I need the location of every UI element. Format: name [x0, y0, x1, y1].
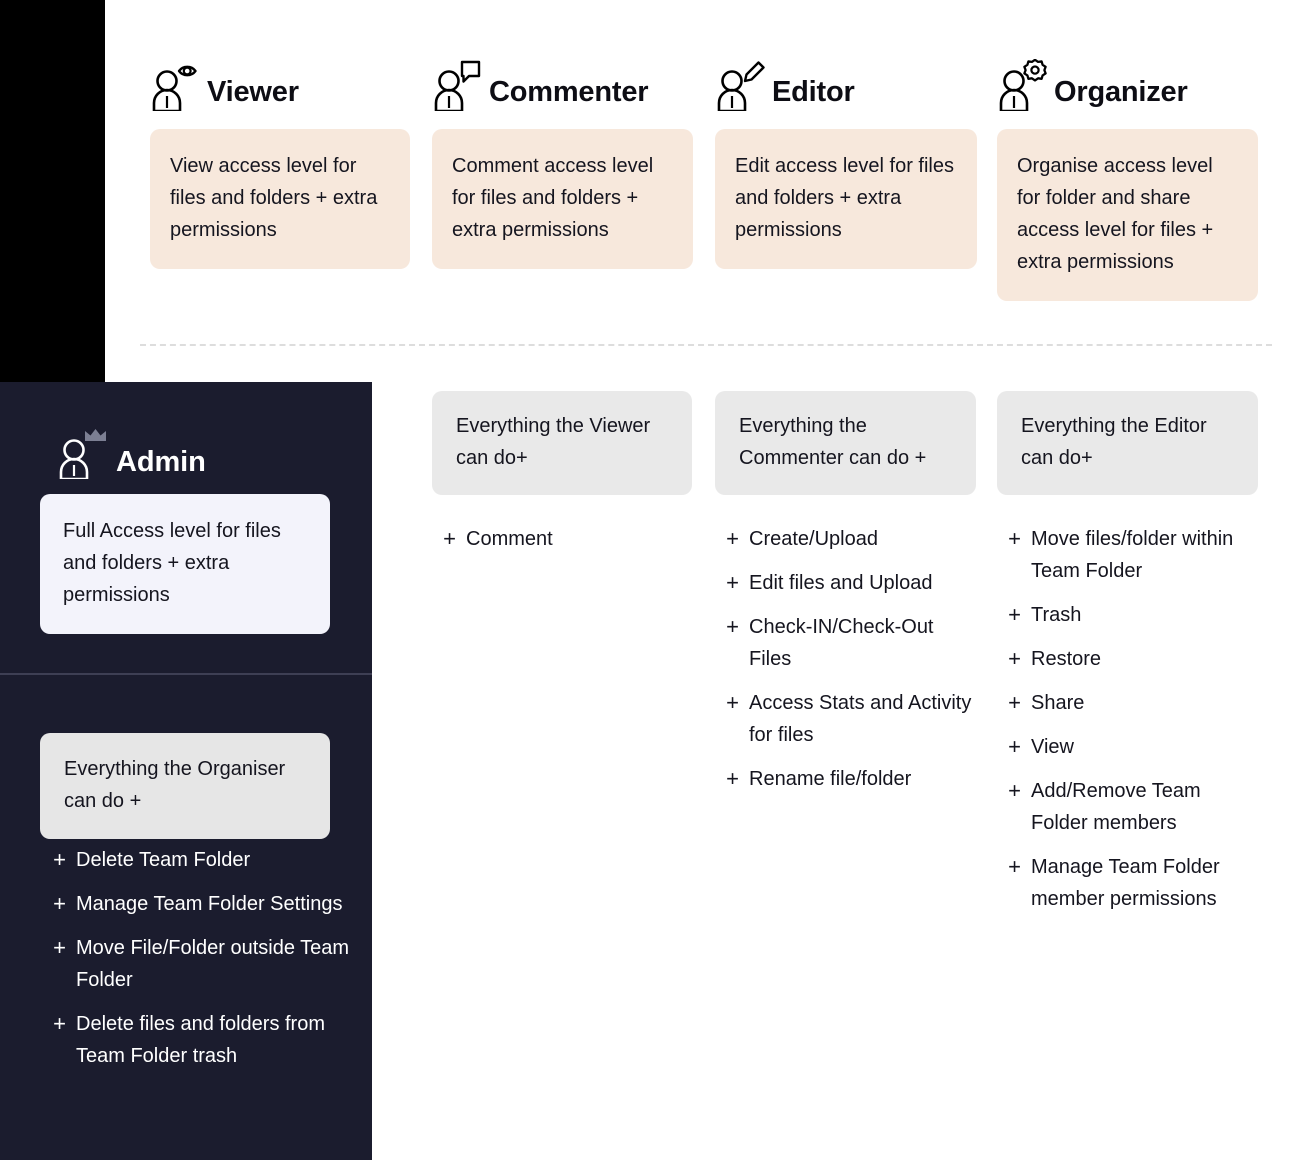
- plus-icon: +: [726, 690, 739, 715]
- role-description-organizer: Organise access level for folder and sha…: [997, 129, 1258, 301]
- role-header-commenter: Commenter: [432, 55, 693, 111]
- role-description-editor: Edit access level for files and folders …: [715, 129, 977, 269]
- left-black-strip: [0, 0, 105, 383]
- role-title-commenter: Commenter: [489, 76, 649, 108]
- person-pencil-icon: [715, 59, 765, 111]
- role-header-organizer: Organizer: [997, 55, 1258, 111]
- role-column-organizer: Organizer Organise access level for fold…: [997, 55, 1258, 301]
- admin-description: Full Access level for files and folders …: [40, 494, 330, 634]
- plus-icon: +: [53, 935, 66, 960]
- list-item: + Add/Remove Team Folder members: [1007, 775, 1258, 839]
- list-item: + Move files/folder within Team Folder: [1007, 523, 1258, 587]
- plus-icon: +: [1008, 526, 1021, 551]
- list-item: + Restore: [1007, 643, 1258, 675]
- admin-panel: Admin Full Access level for files and fo…: [0, 382, 372, 1160]
- plus-icon: +: [53, 847, 66, 872]
- plus-icon: +: [726, 614, 739, 639]
- permission-label: Edit files and Upload: [749, 572, 933, 594]
- plus-icon: +: [1008, 690, 1021, 715]
- role-header-viewer: Viewer: [150, 55, 410, 111]
- person-gear-icon: [997, 59, 1047, 111]
- admin-inherits-card: Everything the Organiser can do +: [40, 733, 330, 839]
- admin-permission-list: + Delete Team Folder + Manage Team Folde…: [52, 844, 352, 1084]
- list-item: + Access Stats and Activity for files: [725, 687, 976, 751]
- list-item: + Manage Team Folder member permissions: [1007, 851, 1258, 915]
- permission-list-editor: + Create/Upload + Edit files and Upload …: [725, 523, 976, 795]
- permission-label: Restore: [1031, 648, 1102, 670]
- plus-icon: +: [1008, 778, 1021, 803]
- plus-icon: +: [726, 526, 739, 551]
- admin-panel-divider: [0, 673, 372, 675]
- permission-label: Rename file/folder: [749, 768, 912, 790]
- list-item: + Create/Upload: [725, 523, 976, 555]
- inherits-card-editor: Everything the Commenter can do +: [715, 391, 976, 495]
- permission-label: Move files/folder within Team Folder: [1031, 528, 1234, 582]
- list-item: + Edit files and Upload: [725, 567, 976, 599]
- role-header-editor: Editor: [715, 55, 977, 111]
- inherits-card-organizer: Everything the Editor can do+: [997, 391, 1258, 495]
- list-item: + Rename file/folder: [725, 763, 976, 795]
- list-item: + Share: [1007, 687, 1258, 719]
- permission-column-organizer: Everything the Editor can do+ + Move fil…: [997, 391, 1258, 927]
- permission-column-editor: Everything the Commenter can do + + Crea…: [715, 391, 976, 807]
- role-title-organizer: Organizer: [1054, 76, 1188, 108]
- permission-label: Add/Remove Team Folder members: [1031, 780, 1201, 834]
- list-item: + View: [1007, 731, 1258, 763]
- permission-label: Move File/Folder outside Team Folder: [76, 937, 350, 991]
- list-item: + Delete files and folders from Team Fol…: [52, 1008, 352, 1072]
- person-eye-icon: [150, 59, 200, 111]
- permission-label: Manage Team Folder member permissions: [1031, 856, 1220, 910]
- permission-label: Access Stats and Activity for files: [749, 692, 972, 746]
- plus-icon: +: [726, 766, 739, 791]
- role-column-editor: Editor Edit access level for files and f…: [715, 55, 977, 269]
- person-crown-icon: [57, 427, 107, 479]
- inherits-card-commenter: Everything the Viewer can do+: [432, 391, 692, 495]
- role-description-commenter: Comment access level for files and folde…: [432, 129, 693, 269]
- list-item: + Trash: [1007, 599, 1258, 631]
- list-item: + Delete Team Folder: [52, 844, 352, 876]
- role-title-editor: Editor: [772, 76, 855, 108]
- permission-label: Trash: [1031, 604, 1082, 626]
- permission-list-organizer: + Move files/folder within Team Folder +…: [1007, 523, 1258, 915]
- person-comment-icon: [432, 59, 482, 111]
- permission-list-commenter: + Comment: [442, 523, 692, 555]
- role-description-viewer: View access level for files and folders …: [150, 129, 410, 269]
- admin-header: Admin: [57, 427, 206, 479]
- list-item: + Manage Team Folder Settings: [52, 888, 352, 920]
- permission-label: Delete Team Folder: [76, 849, 251, 871]
- permission-label: Delete files and folders from Team Folde…: [76, 1013, 326, 1067]
- list-item: + Check-IN/Check-Out Files: [725, 611, 976, 675]
- admin-title: Admin: [116, 446, 206, 478]
- section-divider: [140, 344, 1272, 346]
- permission-label: Check-IN/Check-Out Files: [749, 616, 934, 670]
- permission-label: Manage Team Folder Settings: [76, 893, 343, 915]
- plus-icon: +: [53, 891, 66, 916]
- role-column-viewer: Viewer View access level for files and f…: [150, 55, 410, 269]
- plus-icon: +: [1008, 646, 1021, 671]
- permission-label: View: [1031, 736, 1074, 758]
- role-title-viewer: Viewer: [207, 76, 299, 108]
- plus-icon: +: [1008, 734, 1021, 759]
- role-column-commenter: Commenter Comment access level for files…: [432, 55, 693, 269]
- list-item: + Move File/Folder outside Team Folder: [52, 932, 352, 996]
- plus-icon: +: [726, 570, 739, 595]
- plus-icon: +: [1008, 602, 1021, 627]
- permission-label: Create/Upload: [749, 528, 878, 550]
- permission-label: Share: [1031, 692, 1085, 714]
- permission-column-commenter: Everything the Viewer can do+ + Comment: [432, 391, 692, 567]
- plus-icon: +: [443, 526, 456, 551]
- plus-icon: +: [1008, 854, 1021, 879]
- list-item: + Comment: [442, 523, 692, 555]
- plus-icon: +: [53, 1011, 66, 1036]
- permission-label: Comment: [466, 528, 553, 550]
